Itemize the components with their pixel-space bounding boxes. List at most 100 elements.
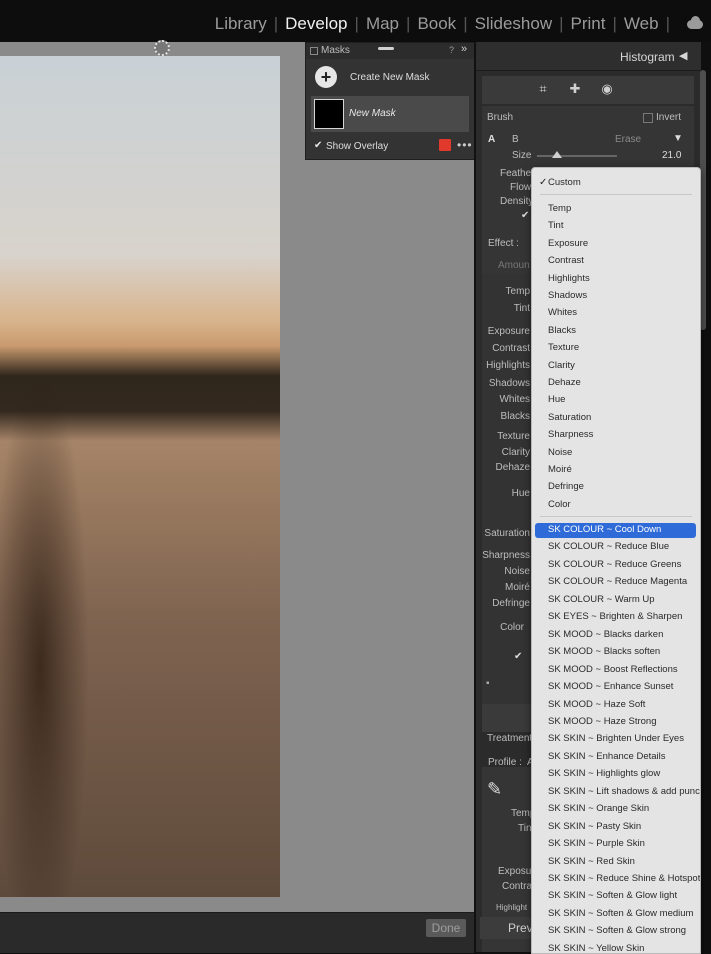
dropdown-user-preset-item[interactable]: SK SKIN ~ Brighten Under Eyes bbox=[548, 733, 684, 744]
module-web[interactable]: Web bbox=[622, 14, 661, 34]
panel-toggle-icon[interactable] bbox=[310, 47, 318, 55]
expand-arrow-icon[interactable]: ◀ bbox=[679, 49, 687, 62]
dropdown-item-tint[interactable]: Tint bbox=[548, 220, 563, 231]
invert-checkbox[interactable] bbox=[643, 113, 653, 123]
size-slider-track[interactable] bbox=[537, 155, 617, 157]
effect-label-saturation: Saturation bbox=[484, 528, 530, 539]
masking-tool-icon[interactable] bbox=[154, 40, 170, 56]
module-print[interactable]: Print bbox=[569, 14, 608, 34]
size-label: Size bbox=[512, 150, 532, 161]
photo-canvas[interactable] bbox=[0, 56, 280, 897]
mask-list-item[interactable]: New Mask bbox=[311, 96, 469, 132]
dropdown-user-preset-item[interactable]: SK MOOD ~ Boost Reflections bbox=[548, 664, 678, 675]
show-overlay-label: Show Overlay bbox=[326, 141, 389, 152]
dropdown-user-preset-item[interactable]: SK SKIN ~ Soften & Glow strong bbox=[548, 925, 686, 936]
dropdown-user-preset-item[interactable]: SK COLOUR ~ Reduce Greens bbox=[548, 559, 681, 570]
dropdown-user-preset-item[interactable]: SK SKIN ~ Soften & Glow medium bbox=[548, 908, 693, 919]
done-button[interactable]: Done bbox=[426, 919, 466, 937]
dropdown-item-moir[interactable]: Moiré bbox=[548, 464, 572, 475]
histogram-header[interactable]: Histogram ◀ bbox=[476, 42, 701, 71]
brush-tab-a[interactable]: A bbox=[488, 134, 495, 145]
dropdown-item-temp[interactable]: Temp bbox=[548, 203, 571, 214]
effect-title[interactable]: Effect : bbox=[488, 238, 519, 249]
dropdown-item-exposure[interactable]: Exposure bbox=[548, 238, 588, 249]
dropdown-item-whites[interactable]: Whites bbox=[548, 307, 577, 318]
dropdown-user-preset-item[interactable]: SK COLOUR ~ Cool Down bbox=[548, 524, 661, 535]
module-book[interactable]: Book bbox=[415, 14, 458, 34]
effect-checkbox[interactable]: ✔ bbox=[514, 651, 522, 662]
effect-preset-dropdown: ✓ Custom Temp Tint Exposure Contrast Highlig… bbox=[531, 167, 701, 954]
dropdown-item-hue[interactable]: Hue bbox=[548, 394, 565, 405]
dropdown-user-preset-item[interactable]: SK SKIN ~ Yellow Skin bbox=[548, 943, 644, 953]
dropdown-item-sharpness[interactable]: Sharpness bbox=[548, 429, 593, 440]
dropdown-item-blacks[interactable]: Blacks bbox=[548, 325, 576, 336]
profile-label: Profile : bbox=[488, 757, 522, 768]
erase-tab[interactable]: Erase bbox=[615, 134, 641, 145]
dropdown-user-preset-item[interactable]: SK SKIN ~ Orange Skin bbox=[548, 803, 649, 814]
create-new-mask-label[interactable]: Create New Mask bbox=[350, 72, 429, 83]
dropdown-user-preset-item[interactable]: SK MOOD ~ Blacks darken bbox=[548, 629, 663, 640]
effect-label-temp: Temp bbox=[505, 286, 530, 297]
eyedropper-icon[interactable]: ✎ bbox=[487, 779, 511, 803]
dropdown-user-preset-item[interactable]: SK COLOUR ~ Warm Up bbox=[548, 594, 655, 605]
dropdown-user-preset-item[interactable]: SK COLOUR ~ Reduce Magenta bbox=[548, 576, 687, 587]
dropdown-user-preset-item[interactable]: SK SKIN ~ Soften & Glow light bbox=[548, 890, 677, 901]
dropdown-user-preset-item[interactable]: SK SKIN ~ Lift shadows & add punch bbox=[548, 786, 700, 797]
module-separator: | bbox=[665, 14, 670, 33]
more-options-icon[interactable]: ••• bbox=[457, 138, 473, 152]
dropdown-user-preset-item[interactable]: SK SKIN ~ Purple Skin bbox=[548, 838, 645, 849]
flow-label: Flow bbox=[510, 182, 532, 193]
drag-handle-icon[interactable] bbox=[378, 47, 394, 50]
dropdown-user-preset-item[interactable]: SK SKIN ~ Highlights glow bbox=[548, 768, 660, 779]
collapse-icon[interactable]: » bbox=[461, 43, 467, 55]
checkmark-icon: ✓ bbox=[539, 177, 548, 188]
module-slideshow[interactable]: Slideshow bbox=[473, 14, 555, 34]
module-map[interactable]: Map bbox=[364, 14, 401, 34]
dropdown-item-clarity[interactable]: Clarity bbox=[548, 360, 575, 371]
dropdown-item-contrast[interactable]: Contrast bbox=[548, 255, 584, 266]
dropdown-item-color[interactable]: Color bbox=[548, 499, 571, 510]
dropdown-user-preset-item[interactable]: SK MOOD ~ Blacks soften bbox=[548, 646, 660, 657]
dropdown-user-preset-item[interactable]: SK SKIN ~ Pasty Skin bbox=[548, 821, 641, 832]
crop-icon[interactable]: ⌗ bbox=[536, 82, 550, 96]
help-icon[interactable]: ? bbox=[449, 45, 454, 55]
panel-toggle-icon[interactable]: ▪ bbox=[486, 678, 490, 689]
create-new-mask-button[interactable]: + bbox=[315, 66, 337, 88]
effect-label-clarity: Clarity bbox=[501, 447, 530, 458]
dropdown-user-preset-item[interactable]: SK MOOD ~ Enhance Sunset bbox=[548, 681, 673, 692]
healing-icon[interactable]: ✚ bbox=[568, 82, 582, 96]
dropdown-item-dehaze[interactable]: Dehaze bbox=[548, 377, 581, 388]
dropdown-user-preset-item[interactable]: SK SKIN ~ Red Skin bbox=[548, 856, 635, 867]
effect-label-highlights: Highlights bbox=[486, 360, 530, 371]
dropdown-item-highlights[interactable]: Highlights bbox=[548, 273, 590, 284]
overlay-color-swatch[interactable] bbox=[439, 139, 451, 151]
menu-separator bbox=[540, 194, 692, 195]
dropdown-item-shadows[interactable]: Shadows bbox=[548, 290, 587, 301]
cloud-icon[interactable] bbox=[685, 16, 705, 30]
dropdown-user-preset-item[interactable]: SK MOOD ~ Haze Soft bbox=[548, 699, 645, 710]
dropdown-user-preset-item[interactable]: SK MOOD ~ Haze Strong bbox=[548, 716, 657, 727]
effect-label-whites: Whites bbox=[499, 394, 530, 405]
masks-panel-header[interactable]: Masks ? » bbox=[306, 43, 474, 59]
masks-panel-title: Masks bbox=[321, 45, 350, 56]
size-value[interactable]: 21.0 bbox=[662, 150, 681, 161]
dropdown-item-saturation[interactable]: Saturation bbox=[548, 412, 591, 423]
size-slider-knob[interactable] bbox=[552, 151, 562, 158]
dropdown-user-preset-item[interactable]: SK EYES ~ Brighten & Sharpen bbox=[548, 611, 682, 622]
show-overlay-checkbox[interactable]: ✔ bbox=[314, 140, 322, 151]
effect-label-moir: Moiré bbox=[504, 582, 530, 593]
brush-tab-b[interactable]: B bbox=[512, 134, 519, 145]
auto-mask-checkbox[interactable]: ✔ bbox=[521, 210, 529, 221]
dropdown-user-preset-item[interactable]: SK SKIN ~ Reduce Shine & Hotspots bbox=[548, 873, 700, 884]
dropdown-item-custom[interactable]: Custom bbox=[548, 177, 581, 188]
module-library[interactable]: Library bbox=[213, 14, 269, 34]
red-eye-icon[interactable]: ◉ bbox=[600, 82, 614, 96]
dropdown-user-preset-item[interactable]: SK COLOUR ~ Reduce Blue bbox=[548, 541, 669, 552]
brush-dropdown-icon[interactable]: ▼ bbox=[673, 133, 683, 144]
dropdown-item-noise[interactable]: Noise bbox=[548, 447, 572, 458]
module-develop[interactable]: Develop bbox=[283, 14, 349, 34]
dropdown-item-defringe[interactable]: Defringe bbox=[548, 481, 584, 492]
dropdown-user-preset-item[interactable]: SK SKIN ~ Enhance Details bbox=[548, 751, 666, 762]
mask-thumbnail bbox=[314, 99, 344, 129]
dropdown-item-texture[interactable]: Texture bbox=[548, 342, 579, 353]
